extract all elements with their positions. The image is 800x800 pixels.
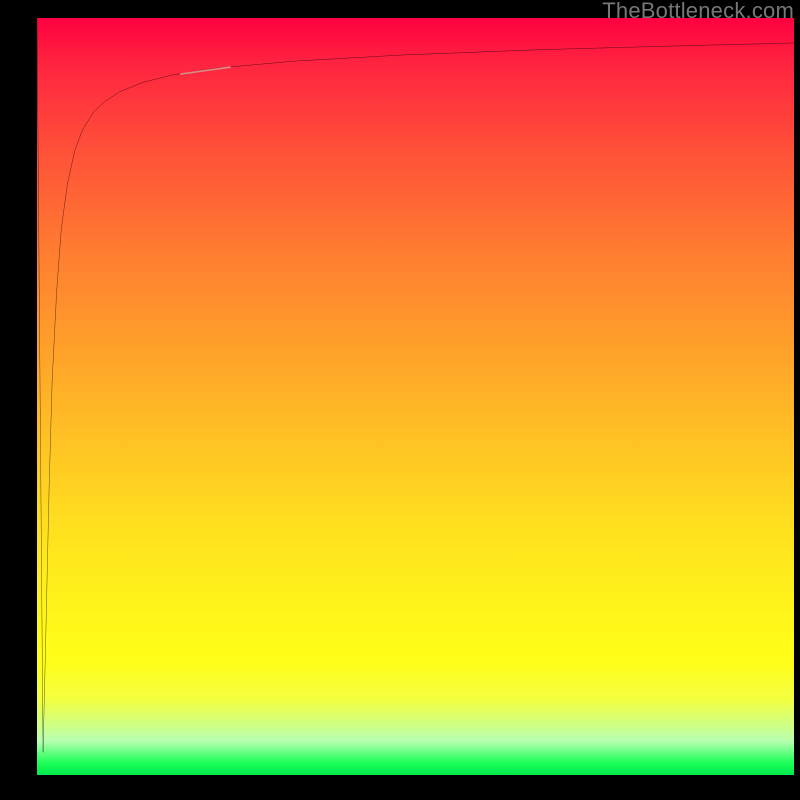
plot-background-gradient (37, 18, 794, 775)
chart-frame: TheBottleneck.com (0, 0, 800, 800)
watermark-text: TheBottleneck.com (602, 0, 794, 24)
